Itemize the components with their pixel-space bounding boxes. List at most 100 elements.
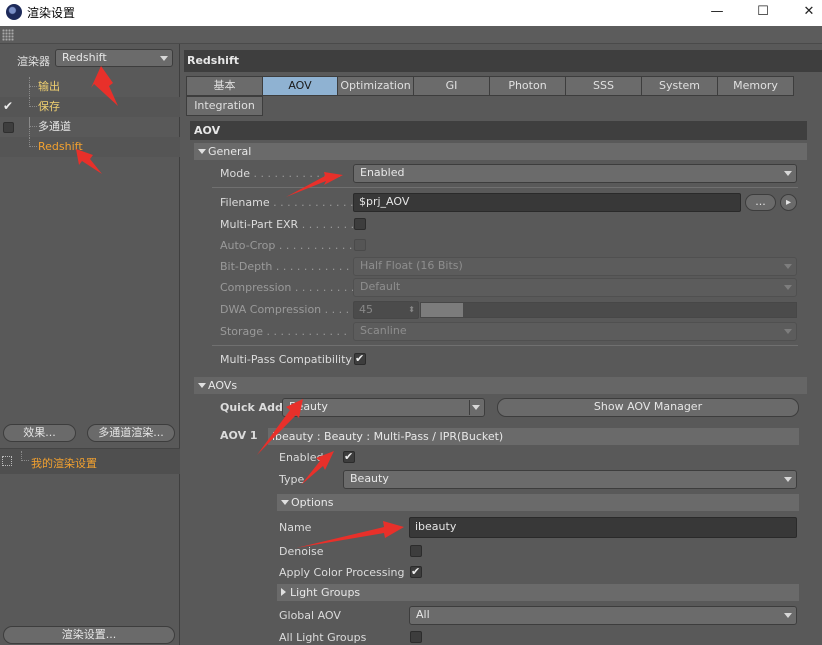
all-light-groups-checkbox[interactable] bbox=[410, 631, 422, 643]
divider bbox=[212, 187, 798, 188]
right-panel: Redshift 基本 AOV Optimization GI Photon S… bbox=[184, 44, 822, 645]
tab-integration[interactable]: Integration bbox=[186, 96, 263, 116]
close-button[interactable]: ✕ bbox=[786, 2, 822, 24]
stepper-icon[interactable]: ⬍ bbox=[408, 302, 415, 318]
filename-label: Filename . . . . . . . . . . . . bbox=[220, 196, 354, 209]
light-groups-header-label: Light Groups bbox=[290, 586, 361, 599]
tab-sss[interactable]: SSS bbox=[565, 76, 642, 96]
storage-dropdown[interactable]: Scanline bbox=[353, 322, 797, 341]
tab-optimization[interactable]: Optimization bbox=[337, 76, 414, 96]
multipass-compat-checkbox[interactable] bbox=[354, 352, 366, 365]
apply-color-processing-label: Apply Color Processing bbox=[279, 566, 405, 579]
type-dropdown[interactable]: Beauty bbox=[343, 470, 797, 489]
multipass-render-button[interactable]: 多通道渲染... bbox=[87, 424, 175, 442]
multipass-checkbox[interactable] bbox=[3, 122, 14, 133]
triangle-down-icon bbox=[198, 149, 206, 154]
compression-dropdown[interactable]: Default bbox=[353, 278, 797, 297]
tab-photon[interactable]: Photon bbox=[489, 76, 566, 96]
browse-button[interactable]: ... bbox=[745, 194, 776, 211]
quick-add-value: Beauty bbox=[289, 400, 328, 413]
tree-item-multipass[interactable]: 多通道 bbox=[0, 117, 180, 137]
dwa-compression-input[interactable]: 45 ⬍ bbox=[353, 301, 419, 319]
tab-gi[interactable]: GI bbox=[413, 76, 490, 96]
denoise-checkbox[interactable] bbox=[410, 545, 422, 557]
denoise-label: Denoise bbox=[279, 545, 324, 558]
effects-button[interactable]: 效果... bbox=[3, 424, 76, 442]
left-panel: 渲染器 Redshift 输出 ✔ 保存 多通道 Redshift 效果... … bbox=[0, 44, 180, 645]
aov1-title-bar[interactable]: ibeauty : Beauty : Multi-Pass / IPR(Buck… bbox=[268, 428, 799, 445]
all-light-groups-label: All Light Groups bbox=[279, 631, 367, 644]
name-input[interactable]: ibeauty bbox=[409, 517, 797, 538]
tree-item-redshift[interactable]: Redshift bbox=[0, 137, 180, 157]
preset-icon bbox=[2, 456, 12, 466]
settings-tree: 输出 ✔ 保存 多通道 Redshift bbox=[0, 77, 180, 157]
renderer-label: 渲染器 bbox=[17, 55, 50, 68]
panel-handle-bar bbox=[0, 26, 822, 44]
global-aov-label: Global AOV bbox=[279, 609, 341, 622]
aovs-group-header[interactable]: AOVs bbox=[194, 377, 807, 394]
tab-system[interactable]: System bbox=[641, 76, 718, 96]
bitdepth-label: Bit-Depth . . . . . . . . . . . . . bbox=[220, 260, 364, 273]
grip-icon[interactable] bbox=[2, 29, 14, 41]
light-groups-group-header[interactable]: Light Groups bbox=[277, 584, 799, 601]
aovs-header-label: AOVs bbox=[208, 379, 238, 392]
triangle-down-icon bbox=[281, 500, 289, 505]
tree-branch bbox=[29, 117, 37, 127]
quick-add-label: Quick Add bbox=[220, 401, 283, 414]
tree-item-save[interactable]: ✔ 保存 bbox=[0, 97, 180, 117]
general-group-header[interactable]: General bbox=[194, 143, 807, 160]
autocrop-label: Auto-Crop . . . . . . . . . . . . bbox=[220, 239, 360, 252]
tree-branch bbox=[29, 77, 37, 87]
tree-branch bbox=[29, 137, 37, 147]
enabled-checkbox[interactable] bbox=[343, 450, 355, 463]
mode-label: Mode . . . . . . . . . . . . . bbox=[220, 167, 341, 180]
storage-label: Storage . . . . . . . . . . . . bbox=[220, 325, 347, 338]
section-title-aov: AOV bbox=[190, 121, 807, 140]
show-aov-manager-button[interactable]: Show AOV Manager bbox=[497, 398, 799, 417]
checkmark-icon[interactable]: ✔ bbox=[3, 100, 15, 112]
filename-input[interactable]: $prj_AOV bbox=[353, 193, 741, 212]
bitdepth-value: Half Float (16 Bits) bbox=[360, 259, 463, 272]
chevron-down-icon bbox=[472, 405, 480, 410]
tree-branch bbox=[21, 451, 29, 461]
dwa-compression-slider[interactable] bbox=[420, 302, 797, 318]
global-aov-dropdown[interactable]: All bbox=[409, 606, 797, 625]
aov1-label: AOV 1 bbox=[220, 429, 258, 442]
bitdepth-dropdown[interactable]: Half Float (16 Bits) bbox=[353, 257, 797, 276]
apply-color-processing-checkbox[interactable] bbox=[410, 565, 422, 578]
dwa-compression-label: DWA Compression . . . . . bbox=[220, 303, 357, 316]
type-value: Beauty bbox=[350, 472, 389, 485]
tree-item-label: 输出 bbox=[38, 80, 60, 93]
minimize-button[interactable]: — bbox=[694, 2, 740, 24]
cinema4d-app-icon bbox=[6, 4, 22, 20]
enabled-label: Enabled bbox=[279, 451, 324, 464]
quick-add-dropdown[interactable]: Beauty bbox=[282, 398, 485, 417]
options-group-header[interactable]: Options bbox=[277, 494, 799, 511]
expand-icon[interactable]: ▸ bbox=[780, 194, 797, 211]
chevron-down-icon bbox=[784, 264, 792, 269]
tab-aov[interactable]: AOV bbox=[262, 76, 338, 96]
tab-memory[interactable]: Memory bbox=[717, 76, 794, 96]
tree-branch bbox=[29, 97, 37, 107]
renderer-value: Redshift bbox=[62, 51, 107, 64]
chevron-down-icon bbox=[160, 56, 168, 61]
tree-item-output[interactable]: 输出 bbox=[0, 77, 180, 97]
preset-item-my-render-settings[interactable]: 我的渲染设置 bbox=[31, 455, 97, 471]
mode-dropdown[interactable]: Enabled bbox=[353, 164, 797, 183]
title-bar: 渲染设置 — ☐ ✕ bbox=[0, 0, 822, 26]
maximize-button[interactable]: ☐ bbox=[740, 2, 786, 24]
compression-value: Default bbox=[360, 280, 401, 293]
render-settings-button[interactable]: 渲染设置... bbox=[3, 626, 175, 644]
tree-item-label: 保存 bbox=[38, 100, 60, 113]
compression-label: Compression . . . . . . . . . . bbox=[220, 281, 362, 294]
storage-value: Scanline bbox=[360, 324, 407, 337]
chevron-down-icon bbox=[784, 477, 792, 482]
window-title: 渲染设置 bbox=[27, 6, 76, 20]
tab-basic[interactable]: 基本 bbox=[186, 76, 263, 96]
triangle-right-icon bbox=[281, 588, 286, 596]
general-header-label: General bbox=[208, 145, 252, 158]
renderer-dropdown[interactable]: Redshift bbox=[55, 49, 173, 67]
global-aov-value: All bbox=[416, 608, 430, 621]
autocrop-checkbox[interactable] bbox=[354, 239, 366, 251]
multipart-exr-checkbox[interactable] bbox=[354, 218, 366, 230]
